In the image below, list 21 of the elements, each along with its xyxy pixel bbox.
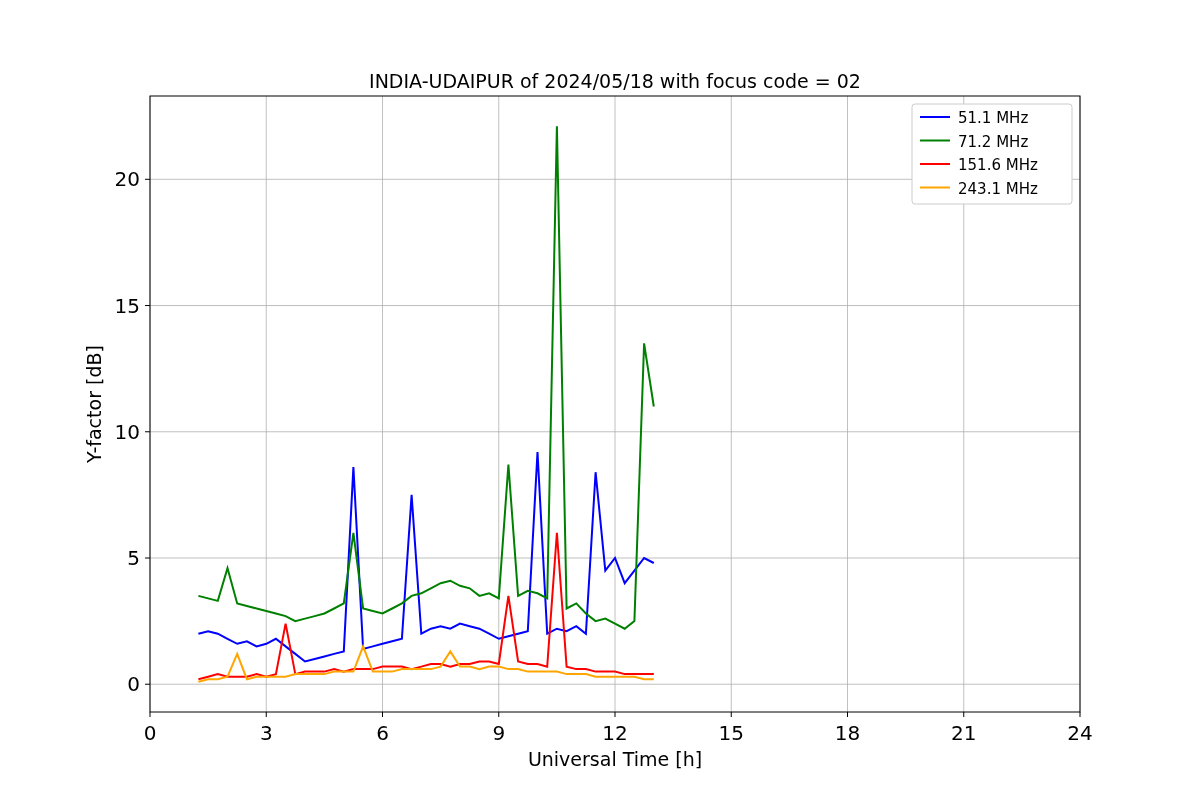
x-axis-label: Universal Time [h] <box>527 748 703 770</box>
legend-label: 51.1 MHz <box>958 109 1029 127</box>
legend-label: 243.1 MHz <box>958 179 1038 198</box>
tick-label: 0 <box>127 672 140 697</box>
tick-label: 18 <box>834 721 861 745</box>
tick-label: 9 <box>492 721 506 745</box>
legend-label: 151.6 MHz <box>958 156 1038 174</box>
tick-label: 0 <box>143 721 157 745</box>
legend-label: 71.2 MHz <box>958 132 1029 151</box>
tick-label: 20 <box>114 167 140 192</box>
tick-label: 6 <box>376 721 389 745</box>
tick-label: 5 <box>127 546 140 570</box>
tick-label: 15 <box>718 721 744 745</box>
chart-title: INDIA-UDAIPUR of 2024/05/18 with focus code = 02 <box>369 70 861 92</box>
tick-label: 3 <box>259 721 273 745</box>
tick-label: 10 <box>114 419 140 444</box>
tick-label: 21 <box>951 721 977 745</box>
tick-label: 15 <box>114 293 140 318</box>
tick-label: 12 <box>602 721 628 745</box>
tick-label: 24 <box>1067 721 1093 745</box>
y-axis-label: Y-factor [dB] <box>83 345 105 463</box>
